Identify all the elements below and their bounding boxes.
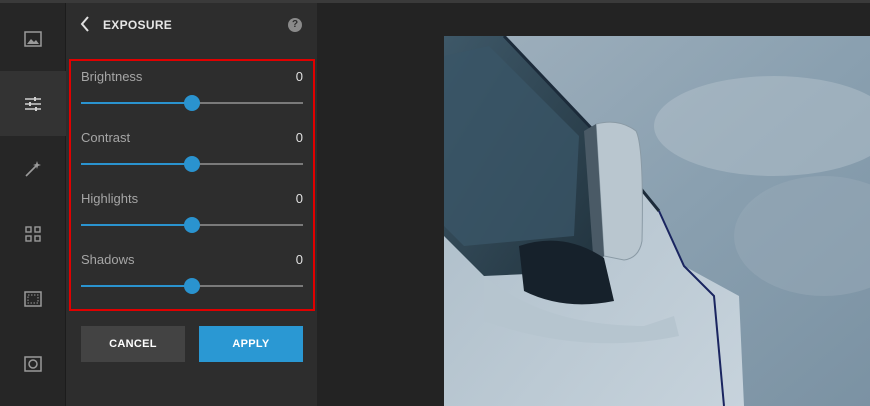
- sidebar-item-vignette[interactable]: [0, 331, 66, 396]
- slider-fill: [81, 285, 192, 287]
- slider-value: 0: [295, 191, 303, 206]
- slider-row-brightness: Brightness 0: [81, 69, 303, 119]
- slider-row-contrast: Contrast 0: [81, 130, 303, 180]
- slider-thumb[interactable]: [184, 95, 200, 111]
- help-icon[interactable]: ?: [288, 18, 302, 32]
- vignette-icon: [24, 355, 42, 372]
- sidebar-item-adjust[interactable]: [0, 71, 66, 136]
- image-icon: [24, 30, 42, 47]
- slider-value: 0: [295, 252, 303, 267]
- slider-fill: [81, 102, 192, 104]
- slider-row-shadows: Shadows 0: [81, 252, 303, 302]
- slider-fill: [81, 163, 192, 165]
- sliders-icon: [25, 96, 41, 111]
- magic-wand-icon: [25, 160, 41, 177]
- slider-label: Shadows: [81, 252, 135, 267]
- slider-label: Contrast: [81, 130, 131, 145]
- panel-header: EXPOSURE ?: [66, 3, 317, 45]
- slider-fill: [81, 224, 192, 226]
- slider-thumb[interactable]: [184, 278, 200, 294]
- slider-thumb[interactable]: [184, 217, 200, 233]
- canvas-area: [317, 3, 870, 406]
- slider-label: Brightness: [81, 69, 143, 84]
- sidebar-item-collage[interactable]: [0, 201, 66, 266]
- sidebar-item-effects[interactable]: [0, 136, 66, 201]
- car-photo-image: [444, 36, 870, 406]
- panel-title: EXPOSURE: [103, 18, 173, 32]
- shadows-slider[interactable]: [81, 278, 303, 294]
- grid-icon: [25, 225, 41, 242]
- slider-label: Highlights: [81, 191, 139, 206]
- slider-thumb[interactable]: [184, 156, 200, 172]
- tool-sidebar: [0, 3, 66, 406]
- highlights-slider[interactable]: [81, 217, 303, 233]
- exposure-panel: EXPOSURE ? Brightness 0 Contrast 0 Highl…: [66, 3, 317, 406]
- back-chevron-icon[interactable]: [78, 15, 92, 33]
- photo-canvas[interactable]: [444, 36, 870, 406]
- apply-button[interactable]: APPLY: [199, 326, 303, 362]
- slider-row-highlights: Highlights 0: [81, 191, 303, 241]
- slider-value: 0: [295, 69, 303, 84]
- brightness-slider[interactable]: [81, 95, 303, 111]
- cancel-button[interactable]: CANCEL: [81, 326, 185, 362]
- slider-value: 0: [295, 130, 303, 145]
- sidebar-item-frames[interactable]: [0, 266, 66, 331]
- sidebar-item-image[interactable]: [0, 6, 66, 71]
- frame-icon: [24, 290, 42, 307]
- contrast-slider[interactable]: [81, 156, 303, 172]
